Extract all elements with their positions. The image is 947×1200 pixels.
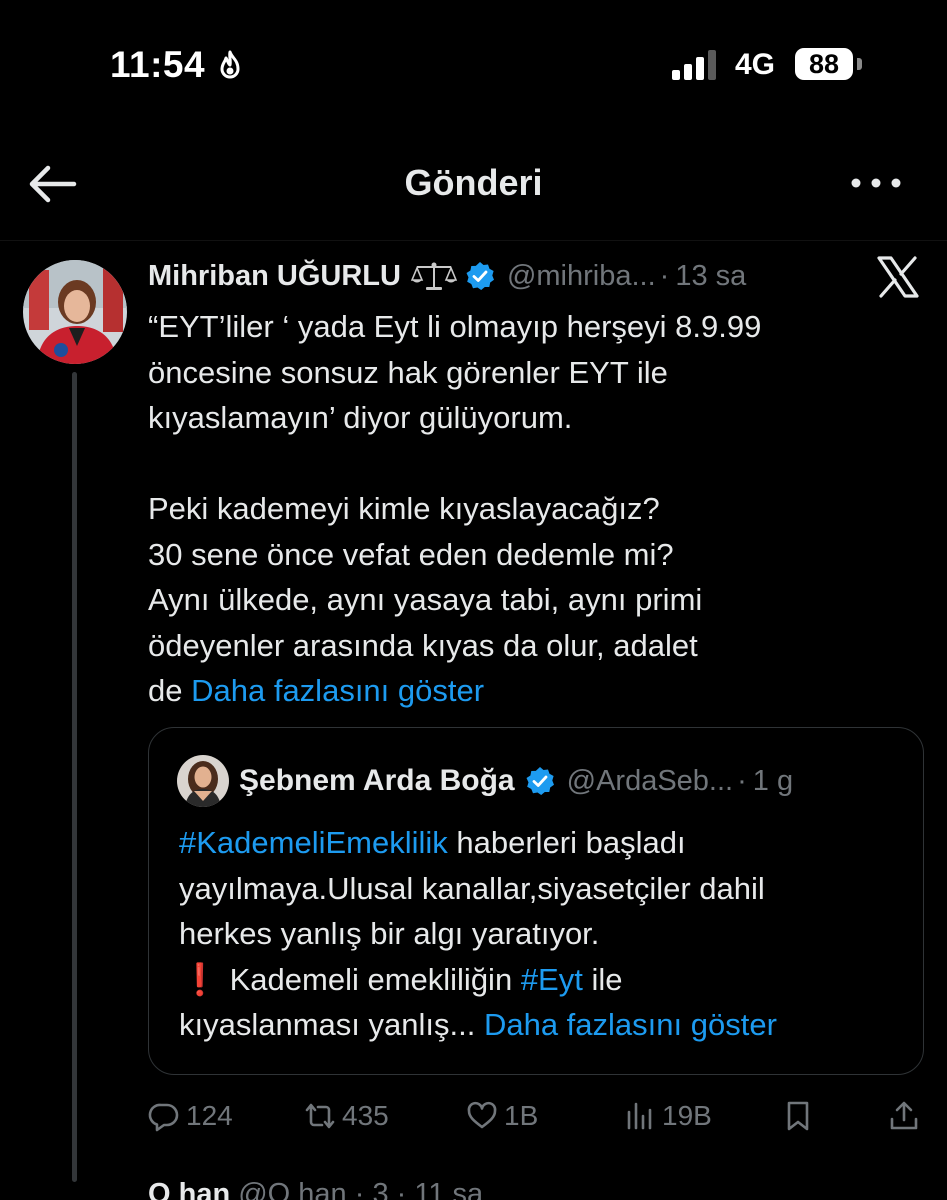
battery-indicator: 88	[795, 48, 853, 80]
quote-show-more-link[interactable]: Daha fazlasını göster	[484, 1007, 777, 1042]
retweet-button[interactable]: 435	[304, 1096, 389, 1136]
verified-badge-icon	[526, 767, 554, 795]
reply-icon	[148, 1103, 179, 1132]
quote-avatar[interactable]	[177, 755, 229, 807]
status-time: 11:54	[110, 44, 206, 85]
like-button[interactable]: 1B	[466, 1096, 538, 1136]
share-icon	[890, 1101, 918, 1130]
reply-count: 124	[186, 1100, 233, 1131]
more-dots-icon[interactable]	[846, 168, 906, 198]
quote-line5-prefix: kıyaslanması yanlış...	[179, 1007, 484, 1043]
header-divider	[0, 240, 947, 241]
verified-badge-icon	[466, 262, 494, 290]
tweet-line: Peki kademeyi kimle kıyaslayacağız?	[148, 491, 660, 526]
tweet-line: 30 sene önce vefat eden dedemle mi?	[148, 536, 674, 572]
battery-nub	[857, 58, 862, 70]
reply-button[interactable]: 124	[148, 1096, 233, 1136]
scales-icon	[410, 262, 457, 290]
tweet-line	[148, 441, 908, 487]
tweet-last-prefix: de	[148, 673, 192, 708]
thread-line	[72, 372, 77, 1182]
quote-line: herkes yanlış bir algı yaratıyor.	[179, 916, 600, 952]
quote-separator: ·	[737, 764, 747, 797]
bookmark-button[interactable]	[782, 1096, 814, 1136]
quoted-tweet-card[interactable]: Şebnem Arda Boğa @ArdaSeb... · 1 g #Kade…	[148, 727, 924, 1075]
show-more-link[interactable]: Daha fazlasını göster	[191, 673, 484, 708]
views-button[interactable]: 19B	[624, 1096, 712, 1136]
tweet-line: ödeyenler arasında kıyas da olur, adalet	[148, 627, 698, 663]
quote-timestamp[interactable]: 1 g	[753, 765, 793, 798]
tweet-timestamp[interactable]: 13 sa	[675, 260, 746, 293]
tweet-line: Aynı ülkede, aynı yasaya tabi, aynı prim…	[148, 582, 703, 617]
quote-line: #KademeliEmeklilik haberleri başladı	[179, 820, 899, 866]
hashtag-link[interactable]: #KademeliEmeklilik	[179, 825, 448, 860]
avatar-image	[23, 260, 127, 364]
tweet-body: “EYT’liler ‘ yada Eyt li olmayıp herşeyi…	[148, 304, 908, 714]
like-count: 1B	[504, 1100, 539, 1131]
views-chart-icon	[627, 1102, 652, 1130]
quote-author-name[interactable]: Şebnem Arda Boğa	[239, 764, 515, 798]
author-avatar[interactable]	[23, 260, 127, 364]
quote-author-handle[interactable]: @ArdaSeb...	[567, 765, 733, 798]
author-handle[interactable]: @mihriba...	[507, 260, 656, 293]
share-button[interactable]	[888, 1096, 920, 1136]
quote-avatar-image	[177, 755, 229, 807]
quote-line: ❗ Kademeli emekliliğin #Eyt ile	[179, 957, 899, 1003]
quote-body: #KademeliEmeklilik haberleri başladı yay…	[179, 820, 899, 1048]
network-type: 4G	[735, 48, 776, 81]
tweet-line: “EYT’liler ‘ yada Eyt li olmayıp herşeyi…	[148, 309, 762, 344]
retweet-count: 435	[342, 1100, 389, 1131]
bookmark-icon	[787, 1101, 809, 1131]
author-name[interactable]: Mihriban UĞURLU	[148, 260, 401, 293]
next-tweet-handle: @O han · 3 · 11 sa	[238, 1178, 484, 1200]
post-screen: 11:54 4G 88 Gönderi Mihriban UĞURLU @mih…	[0, 0, 947, 1200]
tweet-header: Mihriban UĞURLU @mihriba... · 13 sa	[148, 254, 746, 298]
tweet-line: öncesine sonsuz hak görenler EYT ile	[148, 354, 668, 390]
page-title: Gönderi	[404, 162, 543, 203]
x-logo-icon[interactable]	[876, 256, 920, 298]
hashtag-link[interactable]: #Eyt	[521, 962, 583, 997]
next-tweet-header[interactable]: O han @O han · 3 · 11 sa	[148, 1178, 483, 1200]
quote-line: kıyaslanması yanlış... Daha fazlasını gö…	[179, 1002, 899, 1048]
tweet-line: kıyaslamayın’ diyor gülüyorum.	[148, 400, 573, 435]
quote-line1-rest: haberleri başladı	[447, 825, 686, 860]
quote-line: yayılmaya.Ulusal kanallar,siyasetçiler d…	[179, 870, 765, 906]
header-separator: ·	[659, 259, 670, 292]
fire-icon	[220, 50, 240, 79]
nav-header: Gönderi	[0, 130, 947, 240]
quote-line4-suffix: ile	[582, 961, 623, 997]
quote-header: Şebnem Arda Boğa @ArdaSeb... · 1 g	[177, 754, 793, 808]
exclamation-icon: ❗	[180, 961, 220, 997]
views-count: 19B	[662, 1100, 712, 1131]
heart-icon	[467, 1101, 497, 1129]
retweet-icon	[305, 1103, 335, 1129]
tweet-line-last: de Daha fazlasını göster	[148, 668, 908, 714]
signal-icon	[672, 50, 716, 80]
quote-line4-prefix: Kademeli emekliliğin	[221, 961, 521, 997]
status-bar: 11:54 4G 88	[0, 0, 947, 130]
next-tweet-author: O han	[148, 1178, 231, 1200]
